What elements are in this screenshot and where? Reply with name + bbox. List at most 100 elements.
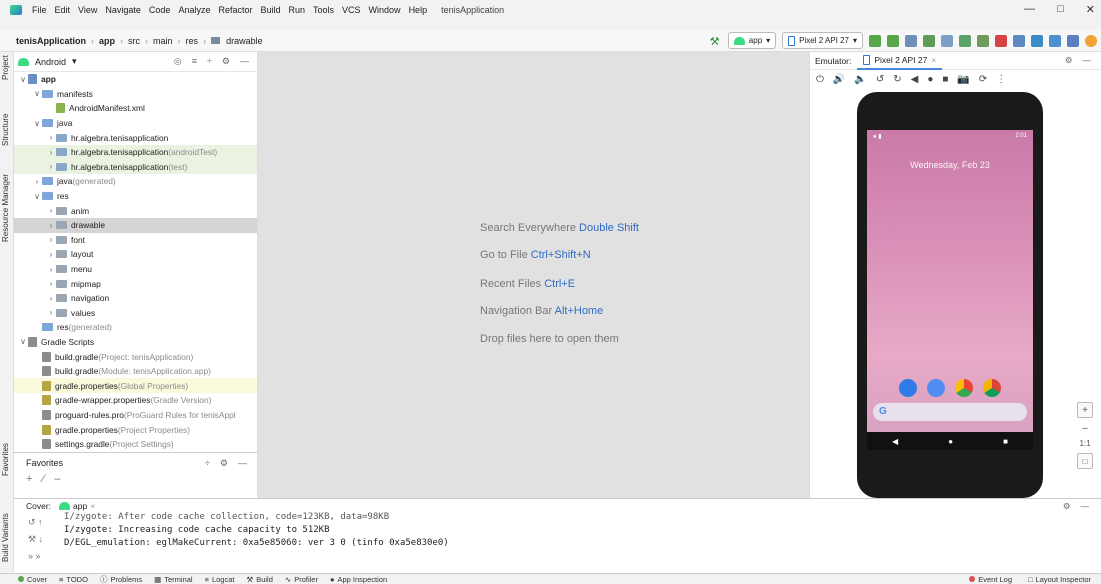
update-icon[interactable]: [1085, 34, 1097, 47]
breadcrumb-project[interactable]: tenisApplication: [16, 36, 86, 46]
more-icon[interactable]: ⋮: [996, 74, 1006, 85]
chevron-right-icon[interactable]: ›: [32, 177, 42, 186]
tree-row[interactable]: › navigation: [14, 291, 257, 306]
chevron-right-icon[interactable]: ›: [46, 206, 56, 215]
hide-panel-icon[interactable]: —: [1081, 501, 1090, 512]
tree-row[interactable]: › menu: [14, 262, 257, 277]
run-config-dropdown[interactable]: app ▾: [727, 32, 777, 49]
tree-row[interactable]: › drawable: [14, 217, 257, 233]
tree-row[interactable]: › hr.algebra.tenisapplication: [14, 130, 257, 145]
phone-app-icon[interactable]: [899, 379, 917, 397]
menu-navigate[interactable]: Navigate: [101, 5, 145, 15]
menu-window[interactable]: Window: [365, 5, 405, 15]
google-search-bar[interactable]: G: [873, 403, 1027, 421]
tree-row[interactable]: gradle-wrapper.properties (Gradle Versio…: [14, 393, 257, 408]
tab-structure[interactable]: Structure: [1, 114, 10, 146]
apply-changes-icon[interactable]: [869, 34, 881, 47]
close-icon[interactable]: ×: [90, 501, 95, 511]
tree-row[interactable]: › hr.algebra.tenisapplication (androidTes…: [14, 144, 257, 160]
tool-logcat[interactable]: ≡ Logcat: [205, 575, 235, 584]
power-icon[interactable]: ⏻: [816, 74, 824, 85]
fit-screen-icon[interactable]: □: [1077, 453, 1093, 469]
tool-build[interactable]: ⚒ Build: [246, 575, 272, 584]
chevron-right-icon[interactable]: ›: [46, 294, 56, 303]
stop-icon[interactable]: [995, 34, 1007, 47]
tree-row[interactable]: res (generated): [14, 320, 257, 335]
volume-down-icon[interactable]: 🔈: [854, 74, 866, 85]
hide-panel-icon[interactable]: —: [238, 458, 247, 469]
screenshot-icon[interactable]: 📷: [957, 74, 969, 85]
menu-view[interactable]: View: [74, 5, 101, 15]
chevron-right-icon[interactable]: ›: [46, 133, 56, 142]
tab-favorites[interactable]: Favorites: [1, 443, 10, 476]
tree-row[interactable]: › layout: [14, 247, 257, 262]
tree-row[interactable]: AndroidManifest.xml: [14, 101, 257, 116]
close-icon[interactable]: ×: [931, 55, 936, 65]
expand-all-icon[interactable]: ÷: [205, 458, 210, 469]
breadcrumb-drawable[interactable]: drawable: [226, 36, 263, 46]
tab-emulator-device[interactable]: Pixel 2 API 27 ×: [857, 52, 943, 70]
gear-icon[interactable]: ⚙: [220, 458, 228, 469]
expand-all-icon[interactable]: ÷: [207, 56, 212, 67]
tree-row[interactable]: ∨ Gradle Scripts: [14, 335, 257, 350]
chevron-right-icon[interactable]: ›: [46, 221, 56, 230]
search-icon[interactable]: [1067, 34, 1079, 47]
menu-run[interactable]: Run: [285, 5, 310, 15]
tree-row[interactable]: › anim: [14, 203, 257, 218]
tree-row[interactable]: ∨ java: [14, 116, 257, 131]
menu-tools[interactable]: Tools: [309, 5, 338, 15]
tree-row[interactable]: settings.gradle (Project Settings): [14, 437, 257, 452]
chevron-right-icon[interactable]: ›: [46, 279, 56, 288]
back-icon[interactable]: ◀: [911, 74, 919, 85]
tree-row[interactable]: ∨ app: [14, 72, 257, 87]
zoom-in-button[interactable]: +: [1077, 402, 1093, 418]
hide-panel-icon[interactable]: —: [240, 56, 249, 67]
sync-gradle-icon[interactable]: [1013, 34, 1025, 47]
breadcrumb-main[interactable]: main: [153, 36, 173, 46]
gear-icon[interactable]: ⚙: [222, 56, 230, 67]
sdk-manager-icon[interactable]: [1049, 34, 1061, 47]
tree-row[interactable]: gradle.properties (Project Properties): [14, 422, 257, 437]
chevron-down-icon[interactable]: ∨: [32, 89, 42, 98]
run-icon[interactable]: [905, 34, 917, 47]
back-icon[interactable]: ◀: [892, 437, 898, 446]
chevron-down-icon[interactable]: ∨: [32, 192, 42, 201]
chevron-down-icon[interactable]: ∨: [18, 75, 28, 84]
tree-row[interactable]: proguard-rules.pro (ProGuard Rules for t…: [14, 408, 257, 423]
tool-todo[interactable]: ≡ TODO: [59, 575, 88, 584]
chevron-right-icon[interactable]: ›: [46, 235, 56, 244]
breadcrumb-res[interactable]: res: [186, 36, 199, 46]
chevron-right-icon[interactable]: ›: [46, 162, 56, 171]
profile-icon[interactable]: [959, 34, 971, 47]
menu-vcs[interactable]: VCS: [338, 5, 365, 15]
tree-row[interactable]: ∨ res: [14, 189, 257, 204]
add-icon[interactable]: +: [26, 473, 32, 485]
debug-icon[interactable]: [923, 34, 935, 47]
menu-code[interactable]: Code: [145, 5, 175, 15]
tree-row[interactable]: › java (generated): [14, 174, 257, 189]
apply-code-changes-icon[interactable]: [887, 34, 899, 47]
tab-build-variants[interactable]: Build Variants: [1, 513, 10, 562]
chrome-icon[interactable]: [983, 379, 1001, 397]
messages-app-icon[interactable]: [927, 379, 945, 397]
tree-row[interactable]: › values: [14, 306, 257, 321]
tool-profiler[interactable]: ∿ Profiler: [285, 575, 318, 584]
dropdown-arrow-icon[interactable]: ▾: [72, 56, 77, 67]
tool-layout-inspector[interactable]: □ Layout Inspector: [1028, 575, 1091, 584]
zoom-ratio-button[interactable]: 1:1: [1079, 439, 1090, 448]
hide-panel-icon[interactable]: —: [1083, 55, 1092, 66]
project-view-mode[interactable]: Android: [35, 57, 66, 67]
attach-debugger-icon[interactable]: [977, 34, 989, 47]
maximize-icon[interactable]: □: [1057, 3, 1064, 16]
locate-icon[interactable]: ◎: [174, 56, 182, 67]
overview-icon[interactable]: ■: [942, 74, 948, 85]
tool-problems[interactable]: ⓘ Problems: [100, 574, 142, 584]
tree-row[interactable]: build.gradle (Project: tenisApplication): [14, 349, 257, 364]
chevron-right-icon[interactable]: ›: [46, 148, 56, 157]
zoom-out-button[interactable]: –: [1082, 423, 1088, 434]
volume-up-icon[interactable]: 🔊: [833, 74, 845, 85]
home-icon[interactable]: ●: [927, 74, 933, 85]
tree-row[interactable]: ∨ manifests: [14, 87, 257, 102]
overview-icon[interactable]: ■: [1003, 437, 1008, 446]
tree-row[interactable]: › font: [14, 233, 257, 248]
